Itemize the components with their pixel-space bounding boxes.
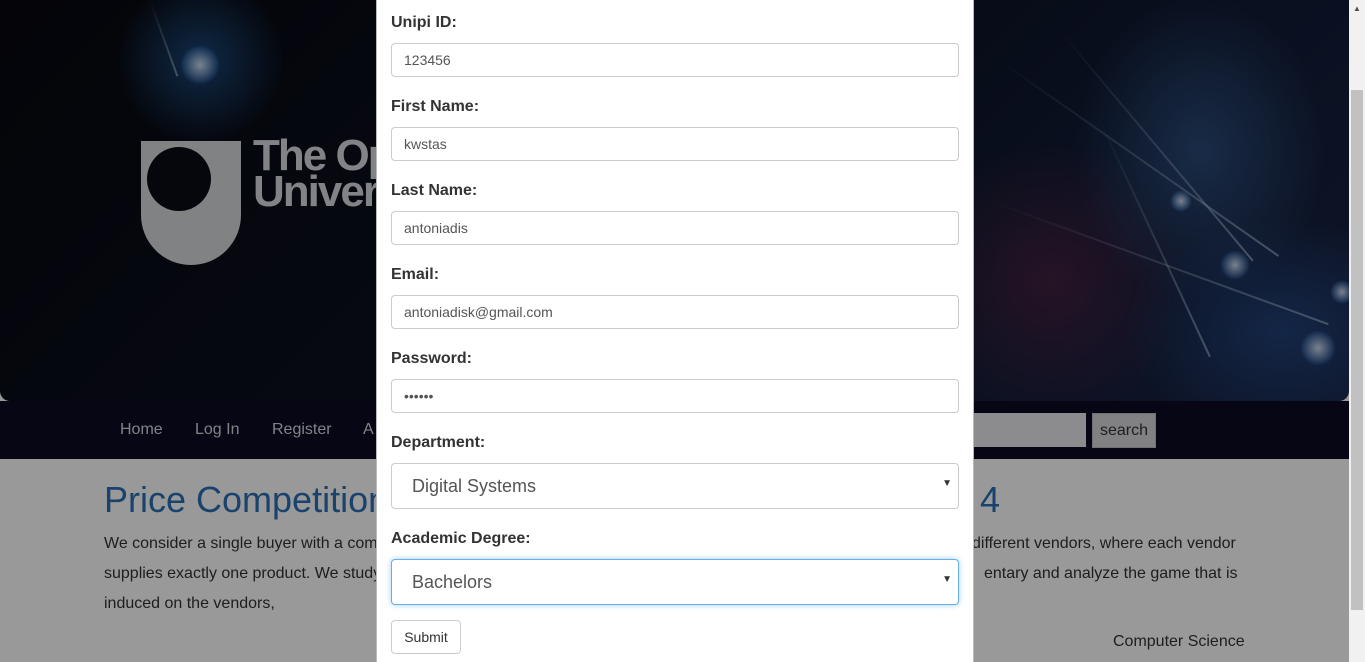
email-label: Email: — [391, 266, 440, 283]
password-input[interactable] — [391, 379, 959, 413]
scroll-up-arrow-icon[interactable]: ▲ — [1349, 0, 1365, 17]
degree-select-value: Bachelors — [412, 572, 493, 592]
academic-degree-select[interactable]: Bachelors ▼ — [391, 559, 959, 605]
department-select-value: Digital Systems — [412, 476, 537, 496]
page-scrollbar[interactable]: ▲ — [1349, 0, 1365, 662]
unipi-id-input[interactable] — [391, 43, 959, 77]
department-label: Department: — [391, 434, 486, 451]
submit-button[interactable]: Submit — [391, 620, 461, 654]
email-input[interactable] — [391, 295, 959, 329]
degree-label: Academic Degree: — [391, 530, 531, 547]
first-name-input[interactable] — [391, 127, 959, 161]
chevron-down-icon: ▼ — [942, 478, 952, 489]
registration-modal: Unipi ID: First Name: Last Name: Email: … — [376, 0, 974, 662]
department-select[interactable]: Digital Systems ▼ — [391, 463, 959, 509]
scroll-thumb[interactable] — [1351, 90, 1363, 610]
unipi-id-label: Unipi ID: — [391, 14, 457, 31]
chevron-down-icon: ▼ — [942, 574, 952, 585]
password-label: Password: — [391, 350, 472, 367]
last-name-input[interactable] — [391, 211, 959, 245]
last-name-label: Last Name: — [391, 182, 478, 199]
first-name-label: First Name: — [391, 98, 480, 115]
